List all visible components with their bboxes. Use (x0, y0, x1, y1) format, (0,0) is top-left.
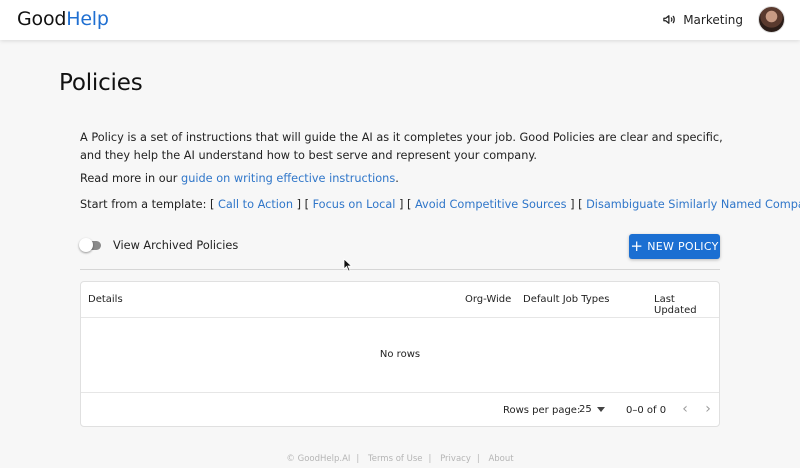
read-more-text: Read more in our guide on writing effect… (80, 172, 399, 185)
column-header-last-updated[interactable]: Last Updated (654, 294, 719, 316)
column-header-default-job-types[interactable]: Default Job Types (523, 294, 610, 305)
footer-about-link[interactable]: About (488, 454, 513, 464)
template-disambiguate-company[interactable]: Disambiguate Similarly Named Company (586, 198, 800, 211)
template-call-to-action[interactable]: Call to Action (218, 198, 293, 211)
logo[interactable]: GoodHelp (17, 8, 109, 30)
rows-per-page-label: Rows per page: (503, 405, 581, 416)
pagination-range: 0–0 of 0 (626, 405, 667, 416)
table-pagination: Rows per page: 25 0–0 of 0 ‹ › (81, 394, 719, 426)
logo-text-good: Good (17, 8, 67, 30)
column-header-org-wide[interactable]: Org-Wide (465, 294, 511, 305)
footer: © GoodHelp.AI | Terms of Use | Privacy | Ab… (286, 454, 514, 464)
archived-toggle-label: View Archived Policies (113, 238, 239, 252)
rows-per-page-value: 25 (579, 404, 592, 415)
logo-text-help: Help (66, 8, 109, 30)
footer-privacy-link[interactable]: Privacy (440, 454, 471, 464)
table-body: No rows (81, 319, 719, 393)
chevron-right-icon[interactable]: › (700, 401, 716, 417)
footer-terms-link[interactable]: Terms of Use (368, 454, 423, 464)
rows-per-page-select[interactable]: 25 (579, 404, 605, 415)
template-avoid-competitive-sources[interactable]: Avoid Competitive Sources (415, 198, 567, 211)
guide-link[interactable]: guide on writing effective instructions (181, 172, 395, 185)
plus-icon: + (630, 237, 644, 255)
templates-prefix: Start from a template: (80, 198, 210, 211)
caret-down-icon (596, 407, 605, 412)
divider (80, 269, 720, 270)
read-more-prefix: Read more in our (80, 172, 182, 185)
new-policy-label: NEW POLICY (647, 240, 719, 253)
top-bar: GoodHelp Marketing (0, 0, 800, 40)
footer-copyright: © GoodHelp.AI (286, 454, 351, 464)
table-header: Details Org-Wide Default Job Types Last … (81, 282, 719, 318)
template-list: Start from a template: [ Call to Action … (80, 198, 800, 211)
avatar[interactable] (758, 6, 785, 33)
read-more-suffix: . (395, 172, 399, 185)
template-focus-on-local[interactable]: Focus on Local (313, 198, 396, 211)
new-policy-button[interactable]: + NEW POLICY (629, 234, 720, 259)
page-title: Policies (59, 70, 143, 96)
mouse-cursor-icon (343, 258, 353, 272)
policy-description: A Policy is a set of instructions that w… (80, 131, 723, 162)
megaphone-icon (663, 15, 675, 24)
chevron-left-icon[interactable]: ‹ (677, 401, 693, 417)
toggle-thumb (79, 238, 93, 252)
archived-toggle-row: View Archived Policies (79, 238, 238, 252)
policies-table: Details Org-Wide Default Job Types Last … (80, 281, 720, 427)
org-selector[interactable]: Marketing (662, 12, 743, 27)
empty-state-text: No rows (379, 349, 421, 360)
archived-toggle[interactable] (79, 238, 103, 252)
org-name: Marketing (683, 12, 743, 27)
column-header-details[interactable]: Details (88, 294, 123, 305)
